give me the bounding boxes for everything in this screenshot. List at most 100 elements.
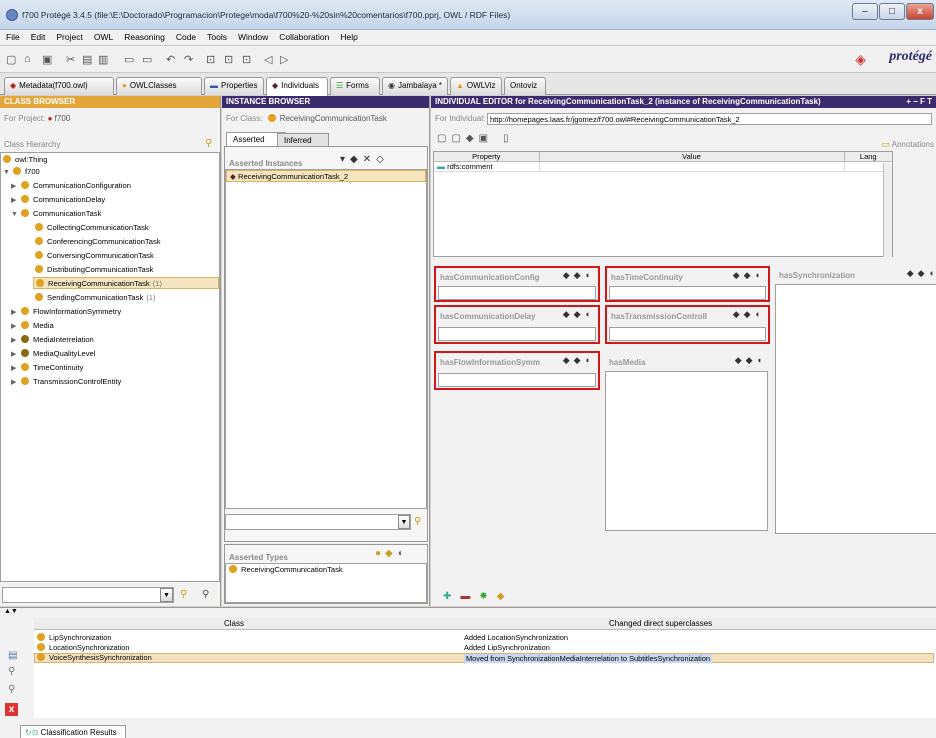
tab-classification-results[interactable]: ↻⊙ Classification Results — [20, 725, 126, 738]
menu-code[interactable]: Code — [170, 30, 201, 42]
query-icon[interactable]: ⊡ — [206, 53, 215, 66]
tab-owlviz[interactable]: ▲ OWLViz — [450, 77, 502, 95]
save-results-icon[interactable]: ▤ — [8, 650, 17, 661]
slot-value-field[interactable] — [609, 286, 766, 300]
column-header-value[interactable]: Value — [539, 152, 845, 162]
tab-owlclasses[interactable]: ● OWLClasses — [116, 77, 202, 95]
new-project-icon[interactable]: ▢ — [6, 53, 16, 66]
table-row[interactable]: ▬ rdfs:comment — [434, 161, 892, 172]
collapsed-icon[interactable]: ▶ — [11, 335, 21, 347]
chevron-down-icon[interactable]: ▾ — [340, 154, 350, 165]
tab-individuals[interactable]: ◆ Individuals — [266, 77, 328, 96]
edit-value-icon[interactable]: ◆ — [497, 591, 514, 602]
menu-project[interactable]: Project — [50, 30, 87, 42]
copy-icon[interactable]: ▤ — [82, 53, 92, 66]
tab-properties[interactable]: ▬ Properties — [204, 77, 264, 95]
column-header-class[interactable]: Class — [224, 619, 244, 628]
class-search-input[interactable] — [2, 587, 174, 603]
slot-value-list[interactable] — [775, 284, 936, 534]
find-icon[interactable]: ▭ — [124, 53, 134, 66]
find-all-icon[interactable]: ⚲ — [202, 589, 209, 600]
tab-jambalaya[interactable]: ◉ Jambalaya * — [382, 77, 448, 95]
consistency-icon[interactable]: ⊡ — [242, 53, 251, 66]
column-header-property[interactable]: Property — [434, 152, 540, 162]
paste-icon[interactable]: ▥ — [98, 53, 108, 66]
close-button[interactable]: x — [906, 3, 934, 20]
menu-tools[interactable]: Tools — [201, 30, 232, 42]
tree-item-transmission-control-entity[interactable]: ▶ TransmissionControlEntity — [11, 376, 121, 388]
add-type-icon[interactable]: ● — [375, 548, 385, 559]
menu-window[interactable]: Window — [232, 30, 273, 42]
close-results-icon[interactable]: x — [5, 703, 18, 716]
class-hierarchy-tree[interactable]: owl:Thing ▼ f700 ▶ CommunicationConfigurat… — [0, 152, 220, 582]
classification-table-body[interactable]: LipSynchronization Added LocationSynchro… — [34, 630, 936, 718]
collapsed-icon[interactable]: ▶ — [11, 363, 21, 375]
tab-inferred[interactable]: Inferred — [277, 133, 329, 146]
create-type-icon[interactable]: ◆ — [385, 548, 397, 559]
tree-item-time-continuity[interactable]: ▶ TimeContinuity — [11, 362, 83, 374]
instance-search-input[interactable] — [225, 514, 411, 530]
tree-item-distributing-communication-task[interactable]: DistributingCommunicationTask — [35, 264, 153, 276]
open-project-icon[interactable]: ⌂ — [24, 53, 31, 65]
instance-search-chevron-down-icon[interactable]: ▼ — [398, 515, 410, 529]
individual-uri-field[interactable]: http://homepages.laas.fr/jgomez/f700.owl… — [487, 113, 932, 125]
find-next-icon[interactable]: ▭ — [142, 53, 152, 66]
delete-individual-icon[interactable]: ▣ — [479, 133, 493, 144]
slot-value-list[interactable] — [605, 371, 768, 531]
table-row[interactable]: LipSynchronization — [37, 633, 111, 642]
menu-help[interactable]: Help — [334, 30, 362, 42]
slot-value-field[interactable] — [609, 327, 766, 341]
types-list[interactable]: ReceivingCommunicationTask — [225, 563, 427, 603]
menu-file[interactable]: File — [0, 30, 25, 42]
redo-icon[interactable]: ↷ — [184, 53, 193, 66]
menu-reasoning[interactable]: Reasoning — [118, 30, 170, 42]
collapsed-icon[interactable]: ▶ — [11, 181, 21, 193]
collapsed-icon[interactable]: ▶ — [11, 377, 21, 389]
slot-value-field[interactable] — [438, 286, 596, 300]
new-window-icon[interactable]: ▢ — [437, 133, 451, 144]
search-class-icon[interactable]: ⚲ — [205, 138, 212, 149]
slot-actions[interactable]: ◆◆◖ — [563, 309, 594, 320]
back-icon[interactable]: ◁ — [264, 53, 272, 66]
tree-item-conversing-communication-task[interactable]: ConversingCommunicationTask — [35, 250, 154, 262]
menu-collaboration[interactable]: Collaboration — [273, 30, 334, 42]
table-row[interactable]: LocationSynchronization — [37, 643, 130, 652]
tree-item-owl-thing[interactable]: owl:Thing — [3, 154, 48, 166]
instances-list[interactable]: ◆ ReceivingCommunicationTask_2 — [225, 169, 427, 509]
tab-forms[interactable]: ☰ Forms — [330, 77, 380, 95]
delete-instance-icon[interactable]: ✕ — [363, 154, 376, 165]
collapsed-icon[interactable]: ▶ — [11, 195, 21, 207]
create-instance-icon[interactable]: ◆ — [350, 154, 363, 165]
delete-restriction-icon[interactable]: ▬ — [460, 591, 479, 602]
search-dropdown-chevron-down-icon[interactable]: ▼ — [160, 588, 173, 602]
collapsed-icon[interactable]: ▶ — [11, 307, 21, 319]
create-restriction-icon[interactable]: ✚ — [443, 591, 460, 602]
slot-actions[interactable]: ◆◆◖ — [733, 309, 764, 320]
tree-item-media[interactable]: ▶ Media — [11, 320, 54, 332]
editor-header-controls[interactable]: + − F T — [906, 97, 932, 106]
undo-icon[interactable]: ↶ — [166, 53, 175, 66]
add-value-icon[interactable]: ✸ — [479, 591, 496, 602]
tree-item-sending-communication-task[interactable]: SendingCommunicationTask (1) — [35, 292, 156, 304]
tab-ontoviz[interactable]: Ontoviz — [504, 77, 546, 95]
tree-item-communication-task[interactable]: ▼ CommunicationTask — [11, 208, 101, 220]
save-project-icon[interactable]: ▣ — [42, 53, 52, 66]
annotations-table[interactable]: Property Value Lang ▬ rdfs:comment — [433, 151, 893, 257]
maximize-button[interactable]: □ — [879, 3, 905, 20]
slot-actions[interactable]: ◆◆◖ — [563, 355, 594, 366]
slot-actions[interactable]: ◆◆◖ — [733, 270, 764, 281]
menu-edit[interactable]: Edit — [25, 30, 51, 42]
list-item-type[interactable]: ReceivingCommunicationTask — [229, 564, 343, 576]
expanded-icon[interactable]: ▼ — [3, 167, 13, 179]
create-individual-icon[interactable]: ◆ — [466, 133, 479, 144]
tree-item-communication-delay[interactable]: ▶ CommunicationDelay — [11, 194, 105, 206]
annotations-scrollbar[interactable] — [883, 163, 892, 257]
expanded-icon[interactable]: ▼ — [11, 209, 21, 221]
tree-item-communication-configuration[interactable]: ▶ CommunicationConfiguration — [11, 180, 131, 192]
show-inferred-icon[interactable]: ⚲ — [8, 666, 15, 677]
slot-actions[interactable]: ◆◆◖ — [735, 355, 766, 366]
split-collapse-icon[interactable]: ▲▼ — [4, 608, 18, 615]
slot-actions[interactable]: ◆◆◖ — [563, 270, 594, 281]
tree-item-media-interrelation[interactable]: ▶ MediaInterrelation — [11, 334, 94, 346]
slot-value-field[interactable] — [438, 327, 596, 341]
